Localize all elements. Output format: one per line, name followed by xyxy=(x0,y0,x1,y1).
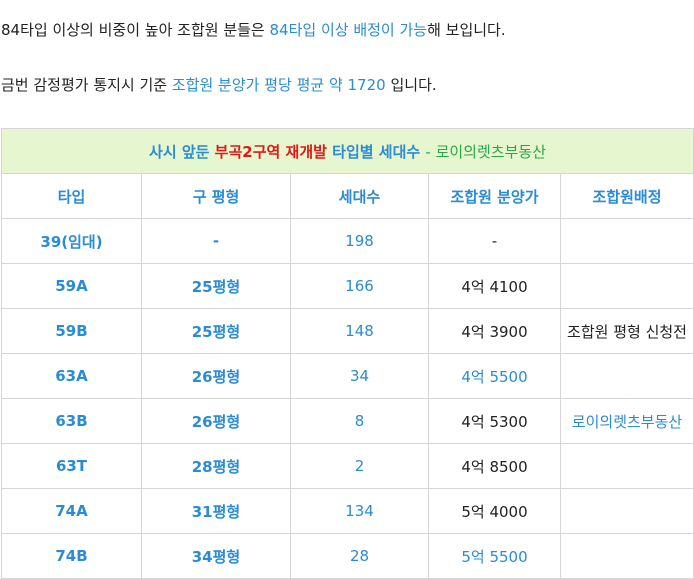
cell-member-price: 4억 8500 xyxy=(428,443,561,489)
table-row: 59B 25평형 148 4억 3900 조합원 평형 신청전 xyxy=(1,308,694,354)
cell-type: 74A xyxy=(1,488,142,534)
header-member-allocation: 조합원배정 xyxy=(559,173,694,219)
cell-member-price: 4억 5500 xyxy=(428,353,561,399)
title-prefix: 사시 앞둔 xyxy=(149,142,215,161)
cell-type: 39(임대) xyxy=(1,218,142,264)
cell-household-count: 166 xyxy=(290,263,429,309)
cell-old-size: 31평형 xyxy=(141,488,291,534)
title-suffix: 타입별 세대수 xyxy=(326,142,426,161)
table-row: 59A 25평형 166 4억 4100 xyxy=(1,263,694,309)
table-row: 74A 31평형 134 5억 4000 xyxy=(1,488,694,534)
table-title: 사시 앞둔 부곡2구역 재개발 타입별 세대수 - 로이의렛츠부동산 xyxy=(0,128,694,174)
header-household-count: 세대수 xyxy=(290,173,429,219)
cell-type: 63B xyxy=(1,398,142,444)
cell-member-allocation xyxy=(559,488,694,534)
cell-member-price: 4억 4100 xyxy=(428,263,561,309)
cell-member-allocation xyxy=(559,263,694,309)
cell-type: 59A xyxy=(1,263,142,309)
title-project: 부곡2구역 재개발 xyxy=(214,142,327,161)
cell-household-count: 34 xyxy=(290,353,429,399)
intro-line-2-text: 금번 감정평가 통지시 기준 xyxy=(1,76,172,94)
cell-type: 63T xyxy=(1,443,142,489)
cell-type: 59B xyxy=(1,308,142,354)
cell-household-count: 148 xyxy=(290,308,429,354)
cell-member-price: 4억 3900 xyxy=(428,308,561,354)
title-credit: - 로이의렛츠부동산 xyxy=(425,142,546,161)
cell-old-size: - xyxy=(141,218,291,264)
cell-household-count: 8 xyxy=(290,398,429,444)
table-row: 63T 28평형 2 4억 8500 xyxy=(1,443,694,489)
cell-household-count: 134 xyxy=(290,488,429,534)
cell-member-price: 4억 5300 xyxy=(428,398,561,444)
cell-household-count: 198 xyxy=(290,218,429,264)
intro-line-2: 금번 감정평가 통지시 기준 조합원 분양가 평당 평균 약 1720 입니다. xyxy=(1,74,437,95)
cell-member-allocation xyxy=(559,218,694,264)
cell-old-size: 25평형 xyxy=(141,263,291,309)
header-type: 타입 xyxy=(1,173,142,219)
intro-line-1-text: 해 보입니다. xyxy=(427,21,506,39)
cell-member-allocation xyxy=(559,443,694,489)
cell-household-count: 2 xyxy=(290,443,429,489)
table-row: 39(임대) -198- xyxy=(1,218,694,264)
cell-member-price: 5억 4000 xyxy=(428,488,561,534)
intro-line-1-highlight: 84타입 이상 배정이 가능 xyxy=(269,21,428,39)
cell-old-size: 26평형 xyxy=(141,398,291,444)
cell-member-allocation: 로이의렛츠부동산 xyxy=(559,398,694,444)
header-member-price: 조합원 분양가 xyxy=(428,173,561,219)
cell-old-size: 34평형 xyxy=(141,533,291,579)
table-row: 63A 26평형 34 4억 5500 xyxy=(1,353,694,399)
cell-type: 74B xyxy=(1,533,142,579)
intro-line-2-text: 입니다. xyxy=(385,76,437,94)
cell-old-size: 25평형 xyxy=(141,308,291,354)
table-row: 63B 26평형 8 4억 5300 로이의렛츠부동산 xyxy=(1,398,694,444)
cell-member-price: - xyxy=(428,218,561,264)
table-row: 74B 34평형 28 5억 5500 xyxy=(1,533,694,579)
header-old-size: 구 평형 xyxy=(141,173,291,219)
table-header-row: 타입 구 평형 세대수 조합원 분양가 조합원배정 xyxy=(1,173,694,219)
cell-member-allocation xyxy=(559,353,694,399)
cell-member-price: 5억 5500 xyxy=(428,533,561,579)
cell-old-size: 26평형 xyxy=(141,353,291,399)
intro-line-1-text: 84타입 이상의 비중이 높아 조합원 분들은 xyxy=(1,21,270,39)
cell-household-count: 28 xyxy=(290,533,429,579)
unit-type-table: 사시 앞둔 부곡2구역 재개발 타입별 세대수 - 로이의렛츠부동산 타입 구 … xyxy=(0,128,694,579)
intro-line-2-highlight: 조합원 분양가 평당 평균 약 1720 xyxy=(171,76,386,94)
cell-member-allocation xyxy=(559,533,694,579)
intro-line-1: 84타입 이상의 비중이 높아 조합원 분들은 84타입 이상 배정이 가능해 … xyxy=(1,19,506,40)
table-title-row: 사시 앞둔 부곡2구역 재개발 타입별 세대수 - 로이의렛츠부동산 xyxy=(0,128,694,174)
cell-member-allocation: 조합원 평형 신청전 xyxy=(559,308,694,354)
cell-type: 63A xyxy=(1,353,142,399)
cell-old-size: 28평형 xyxy=(141,443,291,489)
